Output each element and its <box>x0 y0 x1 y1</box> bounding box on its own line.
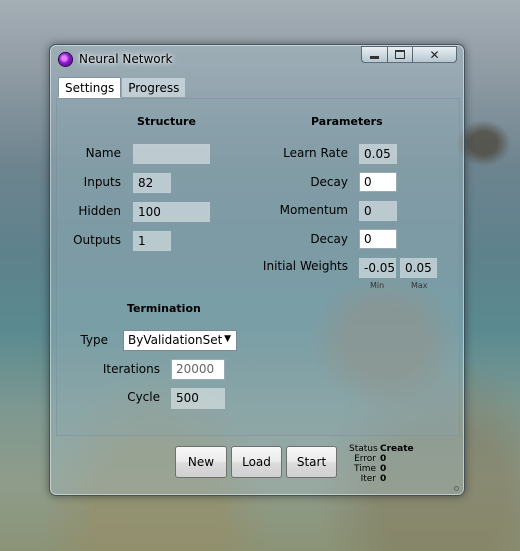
parameters-heading: Parameters <box>311 115 383 128</box>
outputs-field[interactable]: 1 <box>133 231 171 251</box>
learn-rate-label: Learn Rate <box>283 146 348 160</box>
termination-type-value: ByValidationSet <box>128 333 223 347</box>
tab-settings[interactable]: Settings <box>58 77 122 98</box>
load-button[interactable]: Load <box>231 446 282 478</box>
start-button[interactable]: Start <box>286 446 337 478</box>
time-row: Time 0 <box>349 464 414 474</box>
termination-heading: Termination <box>127 302 201 315</box>
momentum-decay-label: Decay <box>310 232 348 246</box>
decay-field[interactable]: 0 <box>359 172 397 192</box>
window-title: Neural Network <box>79 52 173 66</box>
outputs-label: Outputs <box>73 233 121 247</box>
maximize-button[interactable] <box>387 46 413 63</box>
iter-key: Iter <box>360 474 376 484</box>
settings-panel: Structure Name Inputs 82 Hidden 100 Outp… <box>56 98 460 436</box>
neural-network-window: Neural Network ✕ Settings Progress Struc… <box>49 44 465 496</box>
iter-value: 0 <box>380 474 387 484</box>
status-value: Create <box>380 444 414 454</box>
caption-buttons: ✕ <box>361 46 457 63</box>
neural-network-app-icon <box>59 53 72 66</box>
inputs-label: Inputs <box>83 175 121 189</box>
hidden-label: Hidden <box>78 204 121 218</box>
initial-weights-label: Initial Weights <box>262 259 348 273</box>
name-label: Name <box>85 146 121 160</box>
structure-heading: Structure <box>137 115 196 128</box>
close-icon: ✕ <box>429 47 440 62</box>
weight-min-field[interactable]: -0.05 <box>359 258 396 278</box>
iter-row: Iter 0 <box>349 474 414 484</box>
resize-grip-icon[interactable] <box>454 486 459 491</box>
minimize-icon <box>370 55 379 59</box>
status-row: Status Create <box>349 444 414 454</box>
error-value: 0 <box>380 454 387 464</box>
time-key: Time <box>353 464 376 474</box>
type-label: Type <box>80 333 108 347</box>
name-field[interactable] <box>133 144 210 164</box>
chevron-down-icon: ▼ <box>224 334 231 344</box>
cycle-label: Cycle <box>127 390 160 404</box>
weight-min-caption: Min <box>370 281 385 290</box>
weight-max-field[interactable]: 0.05 <box>400 258 437 278</box>
error-key: Error <box>354 454 376 464</box>
new-button[interactable]: New <box>175 446 227 478</box>
learn-rate-field[interactable]: 0.05 <box>359 144 397 164</box>
momentum-field[interactable]: 0 <box>359 201 397 221</box>
status-panel: Status Create Error 0 Time 0 Iter 0 <box>349 444 414 484</box>
cycle-field[interactable]: 500 <box>171 388 225 409</box>
close-button[interactable]: ✕ <box>413 46 457 63</box>
tab-progress[interactable]: Progress <box>121 77 187 98</box>
maximize-icon <box>395 50 405 59</box>
decay-label: Decay <box>310 175 348 189</box>
momentum-decay-field[interactable]: 0 <box>359 229 397 249</box>
minimize-button[interactable] <box>361 46 387 63</box>
momentum-label: Momentum <box>279 203 348 217</box>
weight-max-caption: Max <box>411 281 428 290</box>
status-key: Status <box>349 444 378 454</box>
termination-type-select[interactable]: ByValidationSet ▼ <box>123 330 237 351</box>
iterations-field[interactable]: 20000 <box>171 359 225 380</box>
inputs-field[interactable]: 82 <box>133 173 171 193</box>
iterations-label: Iterations <box>102 362 160 376</box>
time-value: 0 <box>380 464 387 474</box>
hidden-field[interactable]: 100 <box>133 202 210 222</box>
error-row: Error 0 <box>349 454 414 464</box>
tab-bar: Settings Progress <box>58 77 187 98</box>
